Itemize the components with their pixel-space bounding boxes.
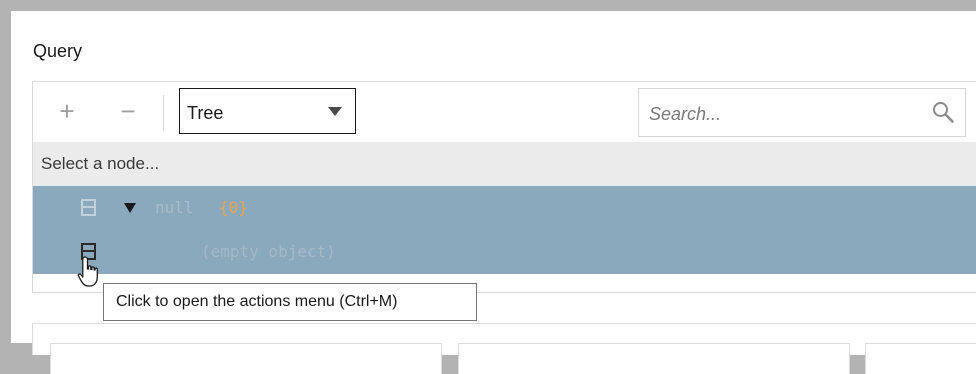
tree-field-count: {0} <box>219 198 248 217</box>
search-icon[interactable] <box>932 101 954 123</box>
empty-object-text: (empty object) <box>201 242 336 261</box>
tree-field-value[interactable]: null <box>155 198 194 217</box>
minus-icon[interactable]: − <box>117 98 139 124</box>
tree-row-child[interactable]: (empty object) <box>33 230 976 274</box>
search-input[interactable]: Search... <box>638 88 966 137</box>
lower-card <box>458 343 850 374</box>
lower-panel <box>32 323 976 374</box>
navigation-text: Select a node... <box>41 154 160 173</box>
chevron-down-icon <box>328 107 342 116</box>
json-editor: + − Tree Search... Select a node... null… <box>32 81 976 293</box>
lower-card <box>865 343 976 374</box>
toolbar-divider <box>163 95 164 131</box>
hand-cursor-icon <box>77 256 98 287</box>
mode-select[interactable]: Tree <box>179 88 356 134</box>
actions-tooltip: Click to open the actions menu (Ctrl+M) <box>103 283 477 321</box>
search-placeholder: Search... <box>649 104 722 124</box>
tree-row-root[interactable]: null {0} <box>33 186 976 230</box>
navigation-bar: Select a node... <box>33 142 976 186</box>
context-menu-icon[interactable] <box>81 199 96 216</box>
lower-card <box>50 343 442 374</box>
plus-icon[interactable]: + <box>56 98 78 124</box>
query-label: Query <box>33 41 83 61</box>
mode-select-value: Tree <box>187 103 224 123</box>
expand-caret-icon[interactable] <box>124 203 136 213</box>
tree-view: null {0} (empty object) <box>33 186 976 274</box>
